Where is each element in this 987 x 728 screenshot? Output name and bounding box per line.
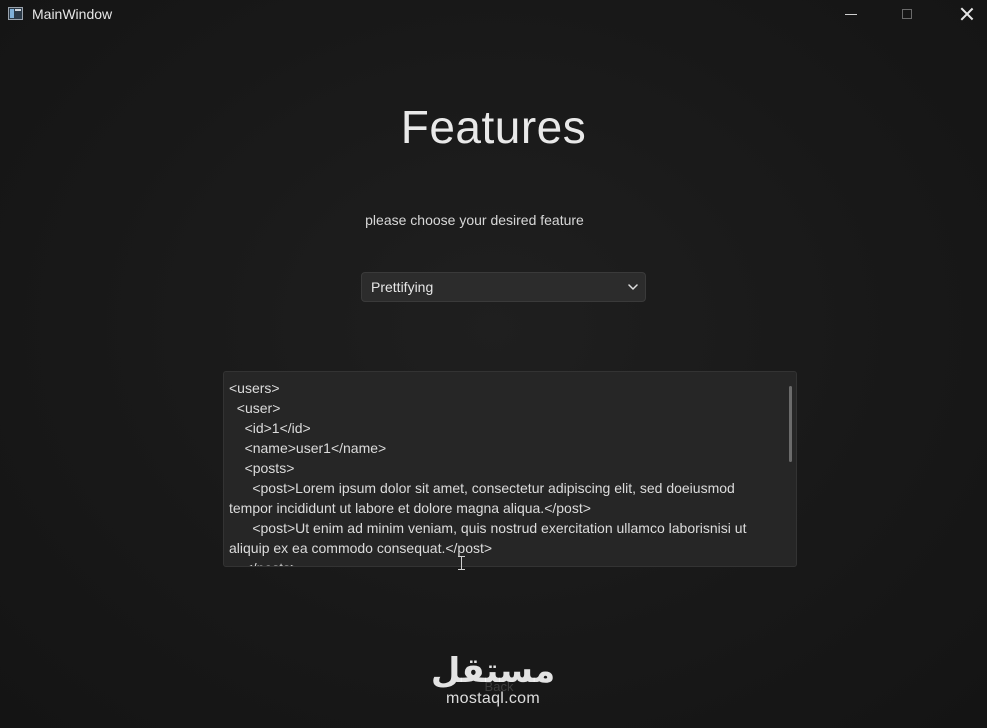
text-cursor-icon xyxy=(458,556,465,570)
output-text: <users> <user> <id>1</id> <name>user1</n… xyxy=(229,380,747,566)
output-text-area[interactable]: <users> <user> <id>1</id> <name>user1</n… xyxy=(223,371,797,567)
maximize-button[interactable] xyxy=(884,0,930,28)
feature-dropdown[interactable]: Prettifying xyxy=(361,272,646,302)
chevron-down-icon xyxy=(628,284,638,290)
page-title: Features xyxy=(400,101,587,153)
main-window: MainWindow Features please choose your d… xyxy=(0,0,987,728)
minimize-button[interactable] xyxy=(828,0,874,28)
close-button[interactable] xyxy=(944,0,987,28)
maximize-icon xyxy=(902,9,912,19)
minimize-icon xyxy=(845,13,857,15)
title-bar: MainWindow xyxy=(0,0,987,28)
feature-dropdown-value: Prettifying xyxy=(371,279,434,295)
app-window-icon xyxy=(8,7,23,20)
vertical-scrollbar[interactable] xyxy=(789,386,792,462)
page-subtitle: please choose your desired feature xyxy=(365,212,584,228)
back-button[interactable]: Back xyxy=(472,679,526,699)
close-icon xyxy=(960,7,974,21)
window-title: MainWindow xyxy=(32,6,113,22)
